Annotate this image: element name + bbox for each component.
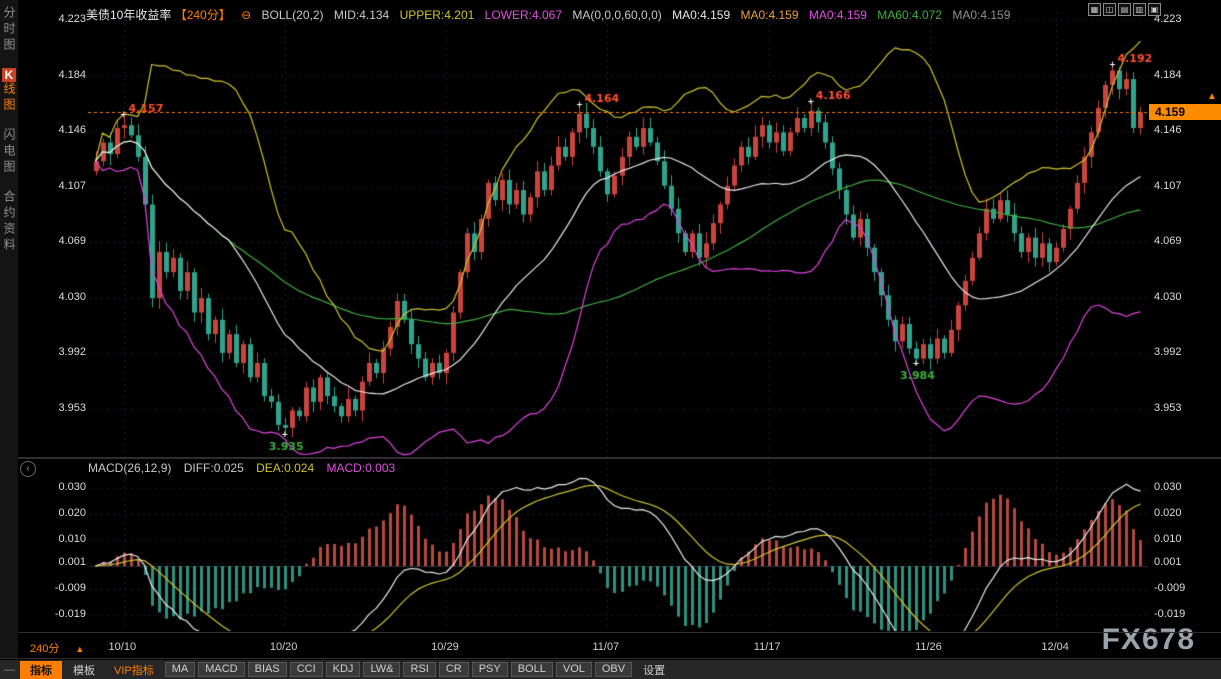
boll-lower-value: LOWER:4.067 — [485, 8, 562, 22]
ma0-value-2: MA0:4.159 — [740, 8, 798, 22]
macd-axis-label-left: -0.019 — [34, 608, 86, 620]
toolbar-item-5[interactable]: BIAS — [248, 662, 287, 677]
xaxis-divider — [0, 632, 1221, 633]
price-axis-label-left: 4.223 — [34, 13, 86, 25]
ma0-value-1: MA0:4.159 — [672, 8, 730, 22]
macd-axis-label-right: -0.019 — [1154, 608, 1185, 620]
bottom-toolbar: — 指标模板VIP指标MAMACD BIASCCIKDJLW&RSI CRPSYBO… — [0, 660, 1221, 679]
date-label: 11/17 — [754, 641, 781, 653]
period-selector[interactable]: 240分 ▲ — [30, 640, 84, 656]
toolbar-item-8[interactable]: LW& — [363, 662, 400, 677]
toolbar-item-1[interactable]: 模板 — [65, 661, 103, 679]
date-label: 11/07 — [592, 641, 619, 653]
toolbar-item-2[interactable]: VIP指标 — [106, 661, 162, 679]
period-label: 240分 — [30, 643, 59, 655]
date-label: 10/20 — [270, 641, 298, 653]
kline-k-badge: K — [2, 68, 16, 82]
toolbar-collapse-icon[interactable]: — — [4, 664, 15, 676]
price-axis-label-right: 3.953 — [1154, 402, 1182, 414]
macd-axis-label-right: 0.001 — [1154, 556, 1182, 568]
toolbar-item-14[interactable]: OBV — [595, 662, 632, 677]
macd-header: MACD(26,12,9) DIFF:0.025 DEA:0.024 MACD:… — [88, 461, 404, 475]
price-up-arrow-icon: ▲ — [1207, 91, 1217, 102]
period-arrow-icon[interactable]: ▲ — [75, 644, 84, 654]
chart-title: 美债10年收益率 — [86, 8, 171, 22]
watermark: FX678 — [1102, 623, 1195, 657]
toolbar-item-4[interactable]: MACD — [198, 662, 244, 677]
macd-axis-label-left: 0.030 — [34, 481, 86, 493]
price-axis-label-left: 3.953 — [34, 402, 86, 414]
toolbar-item-15[interactable]: 设置 — [635, 661, 673, 679]
macd-axis-label-right: 0.030 — [1154, 481, 1182, 493]
price-axis-label-right: 4.030 — [1154, 291, 1182, 303]
toolbar-item-7[interactable]: KDJ — [326, 662, 361, 677]
chart-header: 美债10年收益率 【240分】 ⊖ BOLL(20,2) MID:4.134 U… — [86, 6, 1017, 23]
macd-panel-collapse-icon[interactable]: ‹ — [20, 461, 36, 477]
price-axis-label-left: 4.107 — [34, 180, 86, 192]
date-label: 12/04 — [1041, 641, 1069, 653]
window-layout-icon-3[interactable]: ▤ — [1118, 3, 1131, 16]
sidebar-item-contract-info[interactable]: 合约资料 — [1, 190, 17, 254]
price-axis-label-left: 4.030 — [34, 291, 86, 303]
macd-axis-label-left: 0.020 — [34, 507, 86, 519]
price-axis-label-left: 3.992 — [34, 346, 86, 358]
macd-axis-label-right: 0.010 — [1154, 533, 1182, 545]
date-label: 11/26 — [915, 641, 942, 653]
date-label: 10/29 — [431, 641, 459, 653]
boll-mid-value: MID:4.134 — [334, 8, 389, 22]
macd-axis-label-right: 0.020 — [1154, 507, 1182, 519]
current-price-badge: 4.159 — [1149, 104, 1221, 120]
chart-canvas[interactable] — [0, 0, 1221, 679]
macd-axis-label-left: 0.010 — [34, 533, 86, 545]
window-layout-icon-2[interactable]: ◫ — [1103, 3, 1116, 16]
boll-upper-value: UPPER:4.201 — [400, 8, 475, 22]
toolbar-item-11[interactable]: PSY — [472, 662, 508, 677]
ma0-value-3: MA0:4.159 — [809, 8, 867, 22]
collapse-minus-icon[interactable]: ⊖ — [241, 8, 251, 22]
window-layout-icon-4[interactable]: ▥ — [1133, 3, 1146, 16]
date-label: 10/10 — [109, 641, 137, 653]
macd-macd-value: MACD:0.003 — [326, 461, 395, 475]
macd-dea-value: DEA:0.024 — [256, 461, 314, 475]
price-axis-label-right: 4.069 — [1154, 235, 1182, 247]
toolbar-divider — [0, 658, 1221, 659]
macd-diff-value: DIFF:0.025 — [184, 461, 244, 475]
price-axis-label-right: 4.146 — [1154, 124, 1182, 136]
sidebar-item-time-chart[interactable]: 分时图 — [1, 6, 17, 54]
boll-legend: BOLL(20,2) — [261, 8, 323, 22]
macd-axis-label-left: 0.001 — [34, 556, 86, 568]
macd-axis-label-right: -0.009 — [1154, 582, 1185, 594]
sidebar: 分时图 K线图 闪电图 合约资料 — [0, 0, 18, 658]
window-layout-icon-1[interactable]: ▦ — [1088, 3, 1101, 16]
window-layout-icon-5[interactable]: ▣ — [1148, 3, 1161, 16]
price-axis-label-left: 4.184 — [34, 69, 86, 81]
price-axis-label-right: 4.184 — [1154, 69, 1182, 81]
panel-divider — [0, 457, 1221, 459]
price-axis-label-right: 3.992 — [1154, 346, 1182, 358]
chart-period[interactable]: 【240分】 — [175, 8, 231, 22]
toolbar-item-3[interactable]: MA — [165, 662, 196, 677]
window-layout-controls: ▦ ◫ ▤ ▥ ▣ — [1088, 3, 1161, 16]
toolbar-item-6[interactable]: CCI — [290, 662, 323, 677]
sidebar-item-kline-chart[interactable]: K线图 — [1, 68, 17, 114]
ma-group-legend: MA(0,0,0,60,0,0) — [572, 8, 661, 22]
toolbar-item-9[interactable]: RSI — [403, 662, 435, 677]
toolbar-item-13[interactable]: VOL — [556, 662, 592, 677]
toolbar-item-10[interactable]: CR — [439, 662, 469, 677]
price-axis-label-left: 4.069 — [34, 235, 86, 247]
toolbar-item-12[interactable]: BOLL — [511, 662, 553, 677]
toolbar-item-0[interactable]: 指标 — [20, 661, 62, 679]
price-axis-label-right: 4.107 — [1154, 180, 1182, 192]
kline-label: 线图 — [2, 82, 16, 114]
ma0-value-4: MA0:4.159 — [952, 8, 1010, 22]
price-axis-label-left: 4.146 — [34, 124, 86, 136]
sidebar-item-flash-chart[interactable]: 闪电图 — [1, 128, 17, 176]
macd-axis-label-left: -0.009 — [34, 582, 86, 594]
ma60-value: MA60:4.072 — [877, 8, 942, 22]
macd-legend: MACD(26,12,9) — [88, 461, 171, 475]
